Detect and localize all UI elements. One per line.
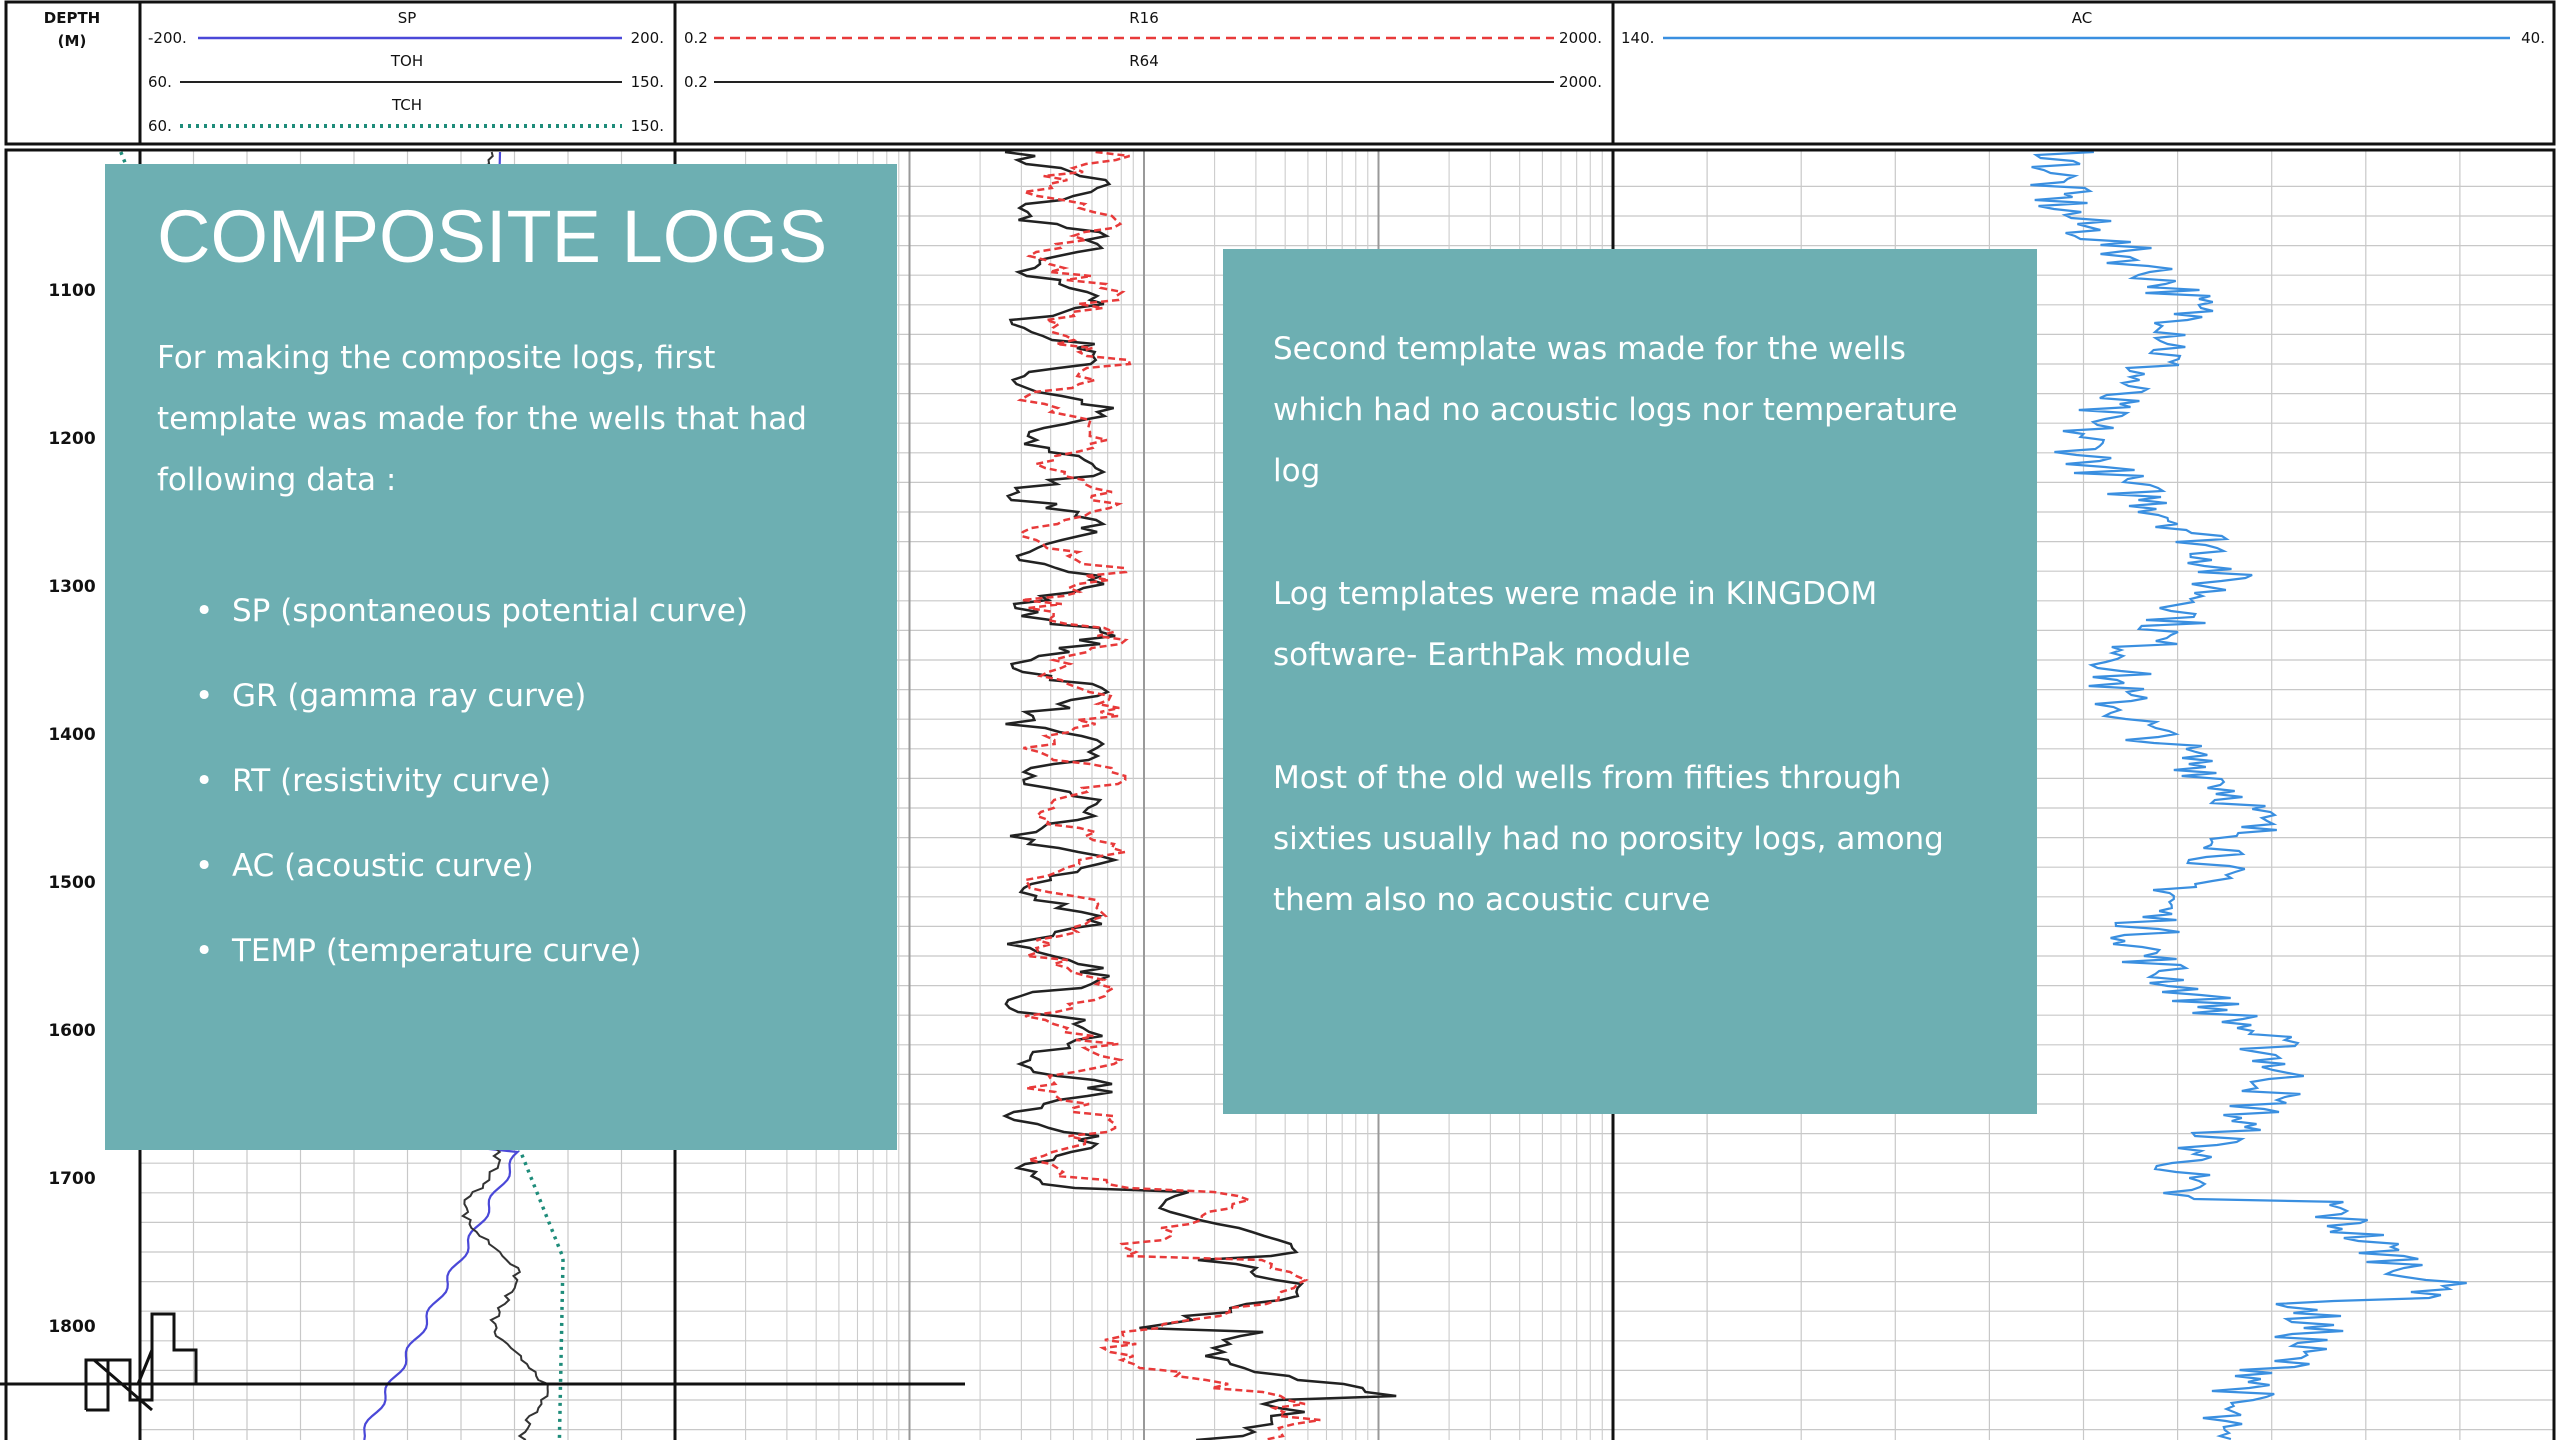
depth-tick-label: 1100 [48,281,95,301]
list-item: • SP (spontaneous potential curve) [195,593,748,629]
ac-header-name: AC [2072,9,2092,27]
depth-header-unit: (M) [58,32,87,50]
header-frame [4,0,2556,146]
depth-tick-label: 1600 [48,1021,95,1041]
depth-tick-label: 1300 [48,577,95,597]
kingdom-software-text: Log templates were made in KINGDOM softw… [1273,576,1878,673]
second-template-text: Second template was made for the wells w… [1273,331,1958,489]
sp-header-max: 200. [631,29,664,47]
toh-header-max: 150. [631,73,664,91]
depth-axis: 1100 1200 1300 1400 1500 1600 1700 1800 [48,281,95,1337]
r16-header-name: R16 [1129,9,1159,27]
second-template-panel: Second template was made for the wells w… [1223,249,2037,1114]
bullet-icon: • [195,763,214,799]
r64-header-name: R64 [1129,52,1159,70]
bullet-icon: • [195,678,214,714]
depth-tick-label: 1500 [48,873,95,893]
r64-header-max: 2000. [1559,73,1602,91]
panel-intro-text: For making the composite logs, first tem… [157,340,807,498]
data-requirements-list: • SP (spontaneous potential curve) • GR (g… [157,591,845,971]
ac-curve [2030,150,2467,1440]
old-wells-text: Most of the old wells from fifties throu… [1273,760,1944,918]
toh-header-name: TOH [390,52,423,70]
composite-logs-panel: COMPOSITE LOGS For making the composite … [105,164,897,1150]
depth-tick-label: 1700 [48,1169,95,1189]
sp-header-min: -200. [148,29,187,47]
bullet-icon: • [195,848,214,884]
ac-header-max: 40. [2521,29,2545,47]
depth-tick-label: 1200 [48,429,95,449]
tch-header-name: TCH [391,96,422,114]
bullet-icon: • [195,933,214,969]
tch-header-min: 60. [148,117,172,135]
r16-header-max: 2000. [1559,29,1602,47]
well-symbol-icon [0,1312,965,1412]
sp-header-name: SP [398,9,417,27]
r64-header-min: 0.2 [684,73,708,91]
depth-header-label: DEPTH [44,9,100,27]
toh-header-min: 60. [148,73,172,91]
depth-tick-label: 1800 [48,1317,95,1337]
list-item: • TEMP (temperature curve) [195,933,642,969]
list-item: • AC (acoustic curve) [195,848,534,884]
r16-header-min: 0.2 [684,29,708,47]
tch-header-max: 150. [631,117,664,135]
bullet-icon: • [195,593,214,629]
list-item: • GR (gamma ray curve) [195,678,587,714]
ac-header-min: 140. [1621,29,1654,47]
panel-title: COMPOSITE LOGS [157,195,828,278]
depth-tick-label: 1400 [48,725,95,745]
list-item: • RT (resistivity curve) [195,763,552,799]
